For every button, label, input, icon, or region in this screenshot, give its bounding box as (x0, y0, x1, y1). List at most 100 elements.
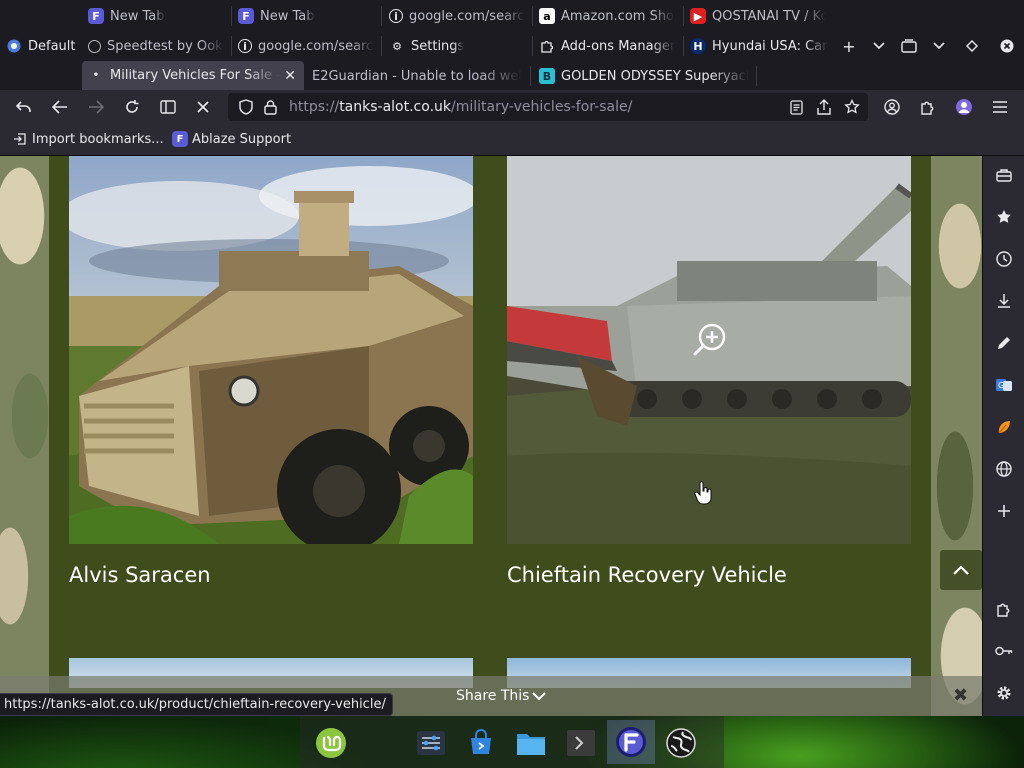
info-icon: i (389, 9, 403, 23)
bookmarks-toolbar: Import bookmarks... F Ablaze Support (0, 124, 1024, 156)
web-content: Alvis Saracen Chieftain Recovery Vehicle… (0, 156, 982, 716)
toolbox-icon[interactable] (993, 164, 1015, 186)
url-text[interactable]: https://tanks-alot.co.uk/military-vehicl… (289, 99, 632, 115)
floorp-browser-taskbar-icon[interactable] (607, 720, 655, 764)
import-icon (12, 131, 28, 147)
bookmark-import[interactable]: Import bookmarks... (12, 131, 164, 147)
lock-icon[interactable] (260, 97, 280, 117)
list-tabs-chevron-icon[interactable] (868, 35, 890, 57)
chevron-down-icon[interactable] (530, 687, 548, 705)
terminal-icon[interactable] (564, 726, 598, 760)
file-manager-icon[interactable] (514, 726, 548, 760)
bookmark-label: Import bookmarks... (32, 131, 164, 147)
tab-new-tab-1[interactable]: F New Tab (82, 1, 230, 31)
tab-golden-odyssey[interactable]: B GOLDEN ODYSSEY Superyacht (533, 61, 755, 91)
bookmark-star-icon[interactable] (842, 97, 862, 117)
reload-icon[interactable] (120, 95, 144, 119)
tab-new-tab-2[interactable]: F New Tab (232, 1, 380, 31)
tab-label: Amazon.com Shop (561, 8, 675, 24)
workspace-default[interactable]: Default (0, 31, 80, 61)
stop-loading-icon[interactable] (191, 95, 215, 119)
tab-label: Speedtest by Ookla (107, 38, 224, 54)
zoom-in-icon[interactable] (692, 322, 728, 358)
tab-label: Hyundai USA: Cars (712, 38, 828, 54)
tab-separator (530, 66, 531, 86)
tab-label: google.com/search (409, 8, 525, 24)
tab-addons-manager[interactable]: Add-ons Manager (533, 31, 681, 61)
tab-qostanai-tv[interactable]: ▶ QOSTANAI TV / Ko (684, 1, 832, 31)
tab-label: New Tab (260, 8, 315, 24)
tab-hyundai[interactable]: H Hyundai USA: Cars (684, 31, 834, 61)
profile-avatar-icon[interactable] (952, 95, 976, 119)
downloads-icon[interactable] (993, 290, 1015, 312)
floorp-icon: F (172, 131, 188, 147)
sidebar-settings-gear-icon[interactable] (993, 682, 1015, 704)
software-store-icon[interactable] (464, 726, 498, 760)
tab-e2guardian[interactable]: E2Guardian - Unable to load web (306, 61, 528, 91)
tab-separator (381, 36, 382, 56)
speedtest-icon (88, 39, 101, 53)
tab-amazon[interactable]: a Amazon.com Shop (533, 1, 681, 31)
tab-label: google.com/search (258, 38, 374, 54)
taskbar-panel (300, 716, 724, 768)
notes-pencil-icon[interactable] (993, 332, 1015, 354)
system-settings-icon[interactable] (414, 726, 448, 760)
translate-icon[interactable]: G (993, 374, 1015, 396)
new-tab-plus-icon[interactable]: + (838, 35, 860, 57)
sidebar-toggle-icon[interactable] (156, 95, 180, 119)
browser-sidebar: G (982, 156, 1024, 716)
tab-google-search-1[interactable]: i google.com/search (383, 1, 531, 31)
reader-view-icon[interactable] (786, 97, 806, 117)
add-panel-plus-icon[interactable] (993, 500, 1015, 522)
chevron-up-icon (953, 564, 969, 575)
linux-mint-menu-icon[interactable] (314, 726, 348, 760)
gear-icon: ⚙ (392, 39, 402, 53)
close-tab-icon[interactable]: ✕ (284, 68, 296, 84)
tab-label: Military Vehicles For Sale - T (110, 68, 280, 83)
floorp-icon: F (238, 8, 254, 24)
url-prefix: https:// (289, 99, 340, 115)
tab-google-search-2[interactable]: i google.com/search (232, 31, 380, 61)
orange-leaf-icon[interactable] (993, 416, 1015, 438)
address-bar[interactable]: https://tanks-alot.co.uk/military-vehicl… (228, 93, 868, 121)
tab-speedtest[interactable]: Speedtest by Ookla (82, 31, 230, 61)
hand-cursor-icon (694, 481, 712, 505)
loading-dot-icon: • (92, 70, 100, 81)
history-clock-icon[interactable] (993, 248, 1015, 270)
share-this-button[interactable]: Share This (456, 688, 529, 704)
extensions-icon[interactable] (916, 95, 940, 119)
tab-separator (381, 6, 382, 26)
tracking-shield-icon[interactable] (236, 97, 256, 117)
info-icon: i (238, 39, 252, 53)
bookmarks-star-icon[interactable] (993, 206, 1015, 228)
sidebar-extensions-icon[interactable] (993, 598, 1015, 620)
minimize-diamond-icon[interactable] (961, 35, 983, 57)
tab-military-vehicles[interactable]: • Military Vehicles For Sale - T ✕ (82, 61, 304, 90)
chevron-down-icon[interactable] (928, 35, 950, 57)
forward-button[interactable] (84, 95, 108, 119)
scroll-to-top-button[interactable] (940, 550, 982, 590)
url-path: /military-vehicles-for-sale/ (451, 99, 633, 115)
url-host: tanks-alot.co.uk (339, 99, 452, 115)
back-button[interactable] (48, 95, 72, 119)
close-window-icon[interactable] (996, 35, 1018, 57)
undo-close-tab-icon[interactable] (12, 95, 36, 119)
tab-label: GOLDEN ODYSSEY Superyacht (561, 68, 749, 84)
tab-label: Add-ons Manager (561, 38, 675, 54)
teal-site-icon: B (539, 68, 555, 84)
product-title-alvis-saracen[interactable]: Alvis Saracen (69, 563, 211, 587)
alvis-saracen-image[interactable] (69, 156, 473, 544)
status-link-preview: https://tanks-alot.co.uk/product/chiefta… (0, 693, 393, 716)
account-icon[interactable] (880, 95, 904, 119)
bookmark-ablaze-support[interactable]: F Ablaze Support (172, 131, 291, 147)
share-icon[interactable] (814, 97, 834, 117)
puzzle-icon (539, 38, 555, 54)
hamburger-menu-icon[interactable] (988, 95, 1012, 119)
product-title-chieftain-recovery-vehicle[interactable]: Chieftain Recovery Vehicle (507, 563, 787, 587)
globe-icon[interactable] (993, 458, 1015, 480)
tab-settings[interactable]: ⚙ Settings (383, 31, 531, 61)
globe-app-icon[interactable] (664, 726, 698, 760)
tab-manager-icon[interactable] (898, 35, 920, 57)
share-close-icon[interactable]: ✖ (953, 687, 969, 705)
passwords-key-icon[interactable] (993, 640, 1015, 662)
